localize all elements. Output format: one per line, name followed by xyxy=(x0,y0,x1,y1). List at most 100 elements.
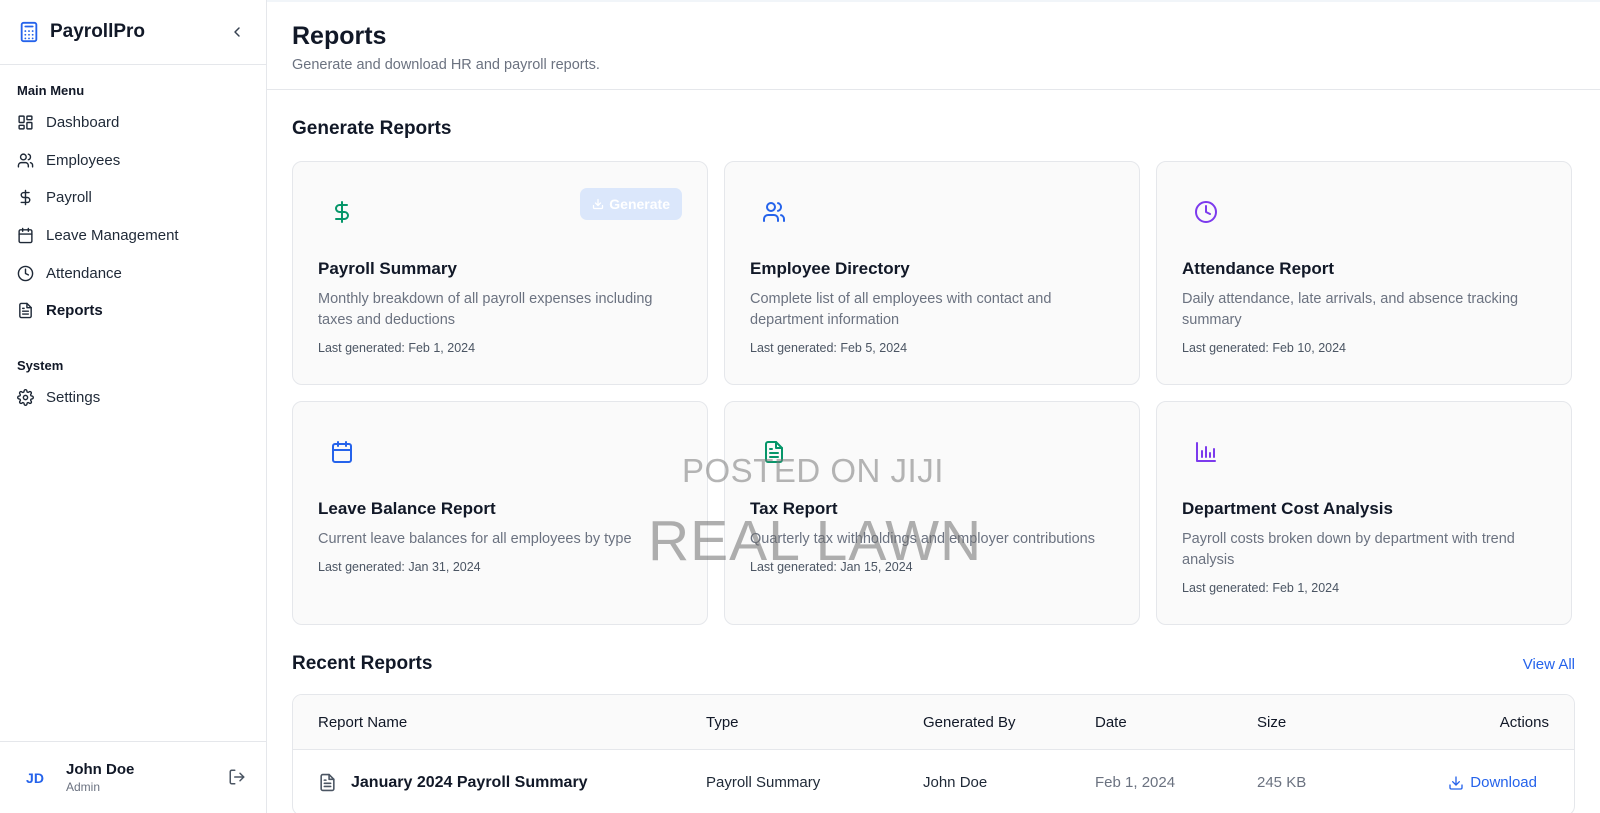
col-header-actions: Actions xyxy=(1499,713,1549,731)
report-card-tax-report[interactable]: Tax Report Quarterly tax withholdings an… xyxy=(724,401,1140,625)
sidebar-item-payroll[interactable]: Payroll xyxy=(17,179,249,217)
card-description: Complete list of all employees with cont… xyxy=(750,291,1052,328)
clock-icon xyxy=(17,265,34,282)
card-title: Department Cost Analysis xyxy=(1182,499,1393,518)
report-name: January 2024 Payroll Summary xyxy=(351,773,588,791)
sidebar-item-label: Employees xyxy=(46,151,121,169)
sidebar-item-settings[interactable]: Settings xyxy=(17,379,249,417)
users-icon xyxy=(762,200,786,224)
sidebar-item-attendance[interactable]: Attendance xyxy=(17,254,249,292)
sidebar-item-label: Settings xyxy=(46,388,101,406)
col-header-report-name: Report Name xyxy=(318,713,408,731)
sidebar-item-leave-management[interactable]: Leave Management xyxy=(17,217,249,255)
page-subtitle: Generate and download HR and payroll rep… xyxy=(292,57,600,73)
card-last-generated: Last generated: Jan 15, 2024 xyxy=(750,560,913,574)
card-description: Quarterly tax withholdings and employer … xyxy=(750,531,1095,547)
grid-icon xyxy=(17,114,34,131)
col-header-type: Type xyxy=(706,713,739,731)
sidebar-item-dashboard[interactable]: Dashboard xyxy=(17,104,249,142)
cell-report-name: January 2024 Payroll Summary xyxy=(293,773,706,792)
card-description: Monthly breakdown of all payroll expense… xyxy=(318,291,653,328)
cell-date: Feb 1, 2024 xyxy=(1095,774,1176,791)
main-menu: Main Menu Dashboard Employees Payroll Le… xyxy=(0,83,266,416)
card-last-generated: Last generated: Feb 1, 2024 xyxy=(1182,581,1340,595)
sidebar-item-label: Leave Management xyxy=(46,227,179,245)
generate-reports-title: Generate Reports xyxy=(292,118,452,139)
generate-button[interactable]: Generate xyxy=(580,188,682,220)
bar-chart-icon xyxy=(1194,440,1218,464)
report-card-department-cost[interactable]: Department Cost Analysis Payroll costs b… xyxy=(1156,401,1572,625)
report-card-leave-balance[interactable]: Leave Balance Report Current leave balan… xyxy=(292,401,708,625)
report-card-attendance-report[interactable]: Attendance Report Daily attendance, late… xyxy=(1156,161,1572,385)
file-text-icon xyxy=(17,302,34,319)
calculator-icon xyxy=(18,21,40,43)
main-menu-heading: Main Menu xyxy=(17,83,85,98)
calendar-icon xyxy=(17,227,34,244)
sidebar: PayrollPro Main Menu Dashboard Employees… xyxy=(0,0,267,813)
report-card-payroll-summary[interactable]: Generate Payroll Summary Monthly breakdo… xyxy=(292,161,708,385)
card-description: Current leave balances for all employees… xyxy=(318,531,632,547)
card-title: Payroll Summary xyxy=(318,259,457,278)
download-button[interactable]: Download xyxy=(1448,774,1537,791)
recent-reports-header: Recent Reports View All xyxy=(292,653,1575,675)
download-label: Download xyxy=(1470,774,1537,791)
table-header-row: Report Name Type Generated By Date Size … xyxy=(293,695,1574,750)
chevron-left-icon xyxy=(234,27,240,37)
user-role: Admin xyxy=(66,780,101,794)
report-cards: Generate Payroll Summary Monthly breakdo… xyxy=(292,161,1575,625)
cell-type: Payroll Summary xyxy=(706,774,821,791)
view-all-link[interactable]: View All xyxy=(1523,656,1575,673)
card-last-generated: Last generated: Feb 10, 2024 xyxy=(1182,341,1347,355)
page-title: Reports xyxy=(292,22,387,50)
dollar-icon xyxy=(17,189,34,206)
clock-icon xyxy=(1194,200,1218,224)
calendar-icon xyxy=(330,440,354,464)
brand: PayrollPro xyxy=(0,0,266,65)
card-description: Payroll costs broken down by department … xyxy=(1182,531,1515,568)
card-title: Attendance Report xyxy=(1182,259,1335,278)
app-name: PayrollPro xyxy=(50,21,146,42)
sidebar-item-label: Dashboard xyxy=(46,114,120,132)
recent-reports-title: Recent Reports xyxy=(292,653,433,674)
collapse-sidebar-button[interactable] xyxy=(226,21,248,43)
content-area: Generate Reports Generate Payroll Summar… xyxy=(267,118,1600,813)
gear-icon xyxy=(17,388,34,406)
report-card-employee-directory[interactable]: Employee Directory Complete list of all … xyxy=(724,161,1140,385)
system-menu-heading: System xyxy=(17,357,64,373)
download-icon xyxy=(1449,775,1463,790)
page-header: Reports Generate and download HR and pay… xyxy=(267,0,1600,90)
user-profile: JD John Doe Admin xyxy=(0,741,266,813)
col-header-size: Size xyxy=(1257,713,1287,731)
generate-button-label: Generate xyxy=(609,196,670,212)
card-title: Leave Balance Report xyxy=(318,499,496,518)
cell-size: 245 KB xyxy=(1257,774,1307,791)
recent-reports-table: Report Name Type Generated By Date Size … xyxy=(292,694,1575,813)
user-name: John Doe xyxy=(66,761,135,778)
card-title: Employee Directory xyxy=(750,259,910,278)
users-icon xyxy=(17,152,34,169)
card-last-generated: Last generated: Feb 1, 2024 xyxy=(318,341,476,355)
dollar-icon xyxy=(330,200,354,224)
sidebar-item-label: Payroll xyxy=(46,189,92,207)
cell-generated-by: John Doe xyxy=(923,774,988,791)
sidebar-item-reports[interactable]: Reports xyxy=(17,292,249,330)
card-title: Tax Report xyxy=(750,499,838,518)
file-text-icon xyxy=(762,440,786,464)
avatar[interactable]: JD xyxy=(18,761,52,795)
cell-actions: Download xyxy=(1387,774,1574,791)
sidebar-item-label: Reports xyxy=(46,302,103,320)
table-row: January 2024 Payroll Summary Payroll Sum… xyxy=(293,750,1574,813)
main-content: Reports Generate and download HR and pay… xyxy=(267,0,1600,813)
file-text-icon xyxy=(318,773,337,792)
logout-button[interactable] xyxy=(228,768,248,788)
sidebar-item-employees[interactable]: Employees xyxy=(17,142,249,180)
sidebar-item-label: Attendance xyxy=(46,264,122,282)
col-header-date: Date xyxy=(1095,713,1127,731)
card-description: Daily attendance, late arrivals, and abs… xyxy=(1182,291,1519,328)
user-info: John Doe Admin xyxy=(66,761,134,794)
logout-icon xyxy=(229,769,245,784)
col-header-generated-by: Generated By xyxy=(923,713,1016,731)
card-last-generated: Last generated: Jan 31, 2024 xyxy=(318,560,481,574)
download-icon xyxy=(593,198,604,210)
card-last-generated: Last generated: Feb 5, 2024 xyxy=(750,341,908,355)
